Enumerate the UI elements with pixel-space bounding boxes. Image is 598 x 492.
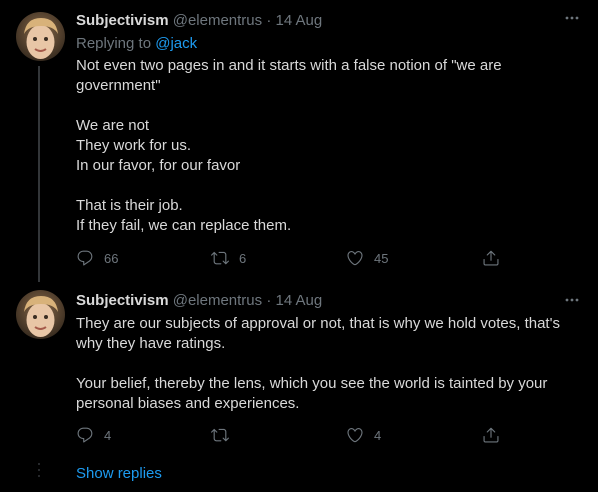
reply-button[interactable]: 66 bbox=[76, 248, 118, 268]
avatar[interactable] bbox=[16, 290, 65, 339]
retweet-button[interactable]: 6 bbox=[211, 248, 246, 268]
tweet[interactable]: Subjectivism @elementrus · 14 Aug Replyi… bbox=[0, 0, 598, 282]
replying-to-label: Replying to bbox=[76, 35, 152, 52]
retweet-icon bbox=[211, 428, 229, 442]
tweet-header: Subjectivism @elementrus · 14 Aug bbox=[76, 291, 582, 311]
thread-line bbox=[38, 66, 40, 282]
reply-icon bbox=[77, 250, 93, 266]
share-button[interactable] bbox=[482, 248, 500, 268]
tweet-text-line: Your belief, thereby the lens, which you… bbox=[76, 375, 548, 392]
heart-icon bbox=[347, 428, 363, 443]
like-count: 4 bbox=[374, 427, 382, 443]
retweet-button[interactable] bbox=[211, 425, 239, 445]
avatar-image bbox=[16, 12, 65, 61]
tweet[interactable]: Subjectivism @elementrus · 14 Aug They a… bbox=[0, 282, 598, 452]
reply-button[interactable]: 4 bbox=[76, 425, 111, 445]
share-button[interactable] bbox=[482, 425, 500, 445]
tweet-text-line: Not even two pages in and it starts with… bbox=[76, 57, 502, 74]
tweet-text-line: why they have ratings. bbox=[76, 335, 226, 352]
separator-dot: · bbox=[266, 292, 272, 309]
mention-link[interactable]: @jack bbox=[155, 35, 197, 52]
reply-count: 66 bbox=[104, 250, 119, 266]
tweet-actions: 66 6 45 bbox=[76, 248, 582, 268]
avatar-image bbox=[16, 290, 65, 339]
like-button[interactable]: 4 bbox=[346, 425, 381, 445]
tweet-text-line: government" bbox=[76, 77, 161, 94]
show-replies-link[interactable]: Show replies bbox=[76, 464, 162, 484]
share-icon bbox=[483, 250, 499, 266]
retweet-count: 6 bbox=[239, 250, 247, 266]
reply-count: 4 bbox=[104, 427, 112, 443]
heart-icon bbox=[347, 251, 363, 266]
tweet-text-line: They work for us. bbox=[76, 137, 192, 154]
share-icon bbox=[483, 427, 499, 443]
avatar[interactable] bbox=[16, 12, 65, 61]
user-handle[interactable]: @elementrus bbox=[173, 292, 262, 309]
separator-dot: · bbox=[266, 12, 272, 29]
more-horizontal-icon[interactable] bbox=[564, 10, 580, 26]
display-name[interactable]: Subjectivism bbox=[76, 292, 169, 309]
tweet-header: Subjectivism @elementrus · 14 Aug bbox=[76, 11, 582, 31]
tweet-text-line: That is their job. bbox=[76, 197, 183, 214]
tweet-text-line: They are our subjects of approval or not… bbox=[76, 315, 560, 332]
tweet-actions: 4 4 bbox=[76, 425, 582, 445]
retweet-icon bbox=[211, 251, 229, 265]
tweet-date[interactable]: 14 Aug bbox=[276, 12, 323, 29]
thread-dots bbox=[37, 463, 41, 483]
tweet-text-line: We are not bbox=[76, 117, 150, 134]
tweet-text: They are our subjects of approval or not… bbox=[76, 314, 576, 414]
user-handle[interactable]: @elementrus bbox=[173, 12, 262, 29]
tweet-text-line: If they fail, we can replace them. bbox=[76, 217, 292, 234]
tweet-text-line: personal biases and experiences. bbox=[76, 395, 300, 412]
tweet-date[interactable]: 14 Aug bbox=[276, 292, 323, 309]
tweet-text: Not even two pages in and it starts with… bbox=[76, 56, 576, 236]
tweet-text-line: In our favor, for our favor bbox=[76, 157, 241, 174]
more-horizontal-icon[interactable] bbox=[564, 292, 580, 308]
like-count: 45 bbox=[374, 250, 389, 266]
replying-to: Replying to @jack bbox=[76, 34, 197, 54]
display-name[interactable]: Subjectivism bbox=[76, 12, 169, 29]
like-button[interactable]: 45 bbox=[346, 248, 388, 268]
reply-icon bbox=[77, 427, 93, 443]
